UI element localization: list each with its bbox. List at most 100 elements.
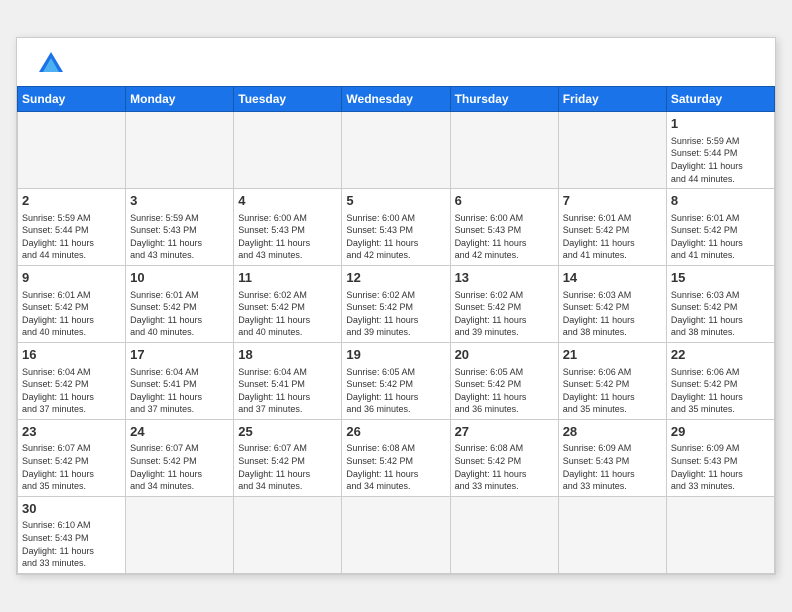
day-cell xyxy=(558,496,666,573)
day-number: 27 xyxy=(455,423,554,441)
day-number: 1 xyxy=(671,115,770,133)
week-row-5: 30Sunrise: 6:10 AM Sunset: 5:43 PM Dayli… xyxy=(18,496,775,573)
day-cell: 19Sunrise: 6:05 AM Sunset: 5:42 PM Dayli… xyxy=(342,343,450,420)
day-info: Sunrise: 6:03 AM Sunset: 5:42 PM Dayligh… xyxy=(671,289,770,339)
day-info: Sunrise: 6:01 AM Sunset: 5:42 PM Dayligh… xyxy=(563,212,662,262)
day-cell: 1 Sunrise: 5:59 AM Sunset: 5:44 PM Daylig… xyxy=(666,112,774,189)
day-info: Sunrise: 6:04 AM Sunset: 5:41 PM Dayligh… xyxy=(238,366,337,416)
day-number: 22 xyxy=(671,346,770,364)
day-number: 14 xyxy=(563,269,662,287)
day-info: Sunrise: 6:05 AM Sunset: 5:42 PM Dayligh… xyxy=(455,366,554,416)
day-cell xyxy=(234,496,342,573)
day-cell xyxy=(558,112,666,189)
day-info: Sunrise: 6:06 AM Sunset: 5:42 PM Dayligh… xyxy=(671,366,770,416)
day-info: Sunrise: 6:00 AM Sunset: 5:43 PM Dayligh… xyxy=(346,212,445,262)
day-info: Sunrise: 6:02 AM Sunset: 5:42 PM Dayligh… xyxy=(455,289,554,339)
day-info: Sunrise: 6:01 AM Sunset: 5:42 PM Dayligh… xyxy=(130,289,229,339)
day-info: Sunrise: 6:02 AM Sunset: 5:42 PM Dayligh… xyxy=(346,289,445,339)
day-number: 21 xyxy=(563,346,662,364)
calendar-grid: SundayMondayTuesdayWednesdayThursdayFrid… xyxy=(17,86,775,574)
day-number: 9 xyxy=(22,269,121,287)
day-number: 26 xyxy=(346,423,445,441)
day-info: Sunrise: 6:01 AM Sunset: 5:42 PM Dayligh… xyxy=(671,212,770,262)
day-cell xyxy=(126,112,234,189)
day-info: Sunrise: 6:08 AM Sunset: 5:42 PM Dayligh… xyxy=(346,442,445,492)
day-number: 10 xyxy=(130,269,229,287)
day-cell: 10 Sunrise: 6:01 AM Sunset: 5:42 PM Dayli… xyxy=(126,266,234,343)
day-number: 24 xyxy=(130,423,229,441)
day-number: 11 xyxy=(238,269,337,287)
weekday-header-row: SundayMondayTuesdayWednesdayThursdayFrid… xyxy=(18,87,775,112)
day-cell: 5 Sunrise: 6:00 AM Sunset: 5:43 PM Daylig… xyxy=(342,189,450,266)
day-cell: 26Sunrise: 6:08 AM Sunset: 5:42 PM Dayli… xyxy=(342,419,450,496)
day-number: 30 xyxy=(22,500,121,518)
weekday-header-tuesday: Tuesday xyxy=(234,87,342,112)
weekday-header-sunday: Sunday xyxy=(18,87,126,112)
day-info: Sunrise: 6:00 AM Sunset: 5:43 PM Dayligh… xyxy=(455,212,554,262)
day-cell: 13 Sunrise: 6:02 AM Sunset: 5:42 PM Dayli… xyxy=(450,266,558,343)
day-info: Sunrise: 6:04 AM Sunset: 5:42 PM Dayligh… xyxy=(22,366,121,416)
day-cell: 22 Sunrise: 6:06 AM Sunset: 5:42 PM Dayli… xyxy=(666,343,774,420)
day-info: Sunrise: 6:00 AM Sunset: 5:43 PM Dayligh… xyxy=(238,212,337,262)
day-cell: 18 Sunrise: 6:04 AM Sunset: 5:41 PM Dayli… xyxy=(234,343,342,420)
week-row-4: 23Sunrise: 6:07 AM Sunset: 5:42 PM Dayli… xyxy=(18,419,775,496)
day-cell xyxy=(450,496,558,573)
day-number: 29 xyxy=(671,423,770,441)
day-info: Sunrise: 6:02 AM Sunset: 5:42 PM Dayligh… xyxy=(238,289,337,339)
day-cell: 7 Sunrise: 6:01 AM Sunset: 5:42 PM Daylig… xyxy=(558,189,666,266)
day-cell xyxy=(342,112,450,189)
day-number: 7 xyxy=(563,192,662,210)
day-info: Sunrise: 6:10 AM Sunset: 5:43 PM Dayligh… xyxy=(22,519,121,569)
weekday-header-wednesday: Wednesday xyxy=(342,87,450,112)
day-cell: 30Sunrise: 6:10 AM Sunset: 5:43 PM Dayli… xyxy=(18,496,126,573)
day-number: 20 xyxy=(455,346,554,364)
day-info: Sunrise: 6:06 AM Sunset: 5:42 PM Dayligh… xyxy=(563,366,662,416)
day-cell xyxy=(126,496,234,573)
day-cell: 4Sunrise: 6:00 AM Sunset: 5:43 PM Daylig… xyxy=(234,189,342,266)
header xyxy=(17,38,775,86)
week-row-1: 2 Sunrise: 5:59 AM Sunset: 5:44 PM Daylig… xyxy=(18,189,775,266)
day-cell: 11 Sunrise: 6:02 AM Sunset: 5:42 PM Dayli… xyxy=(234,266,342,343)
day-number: 2 xyxy=(22,192,121,210)
day-cell: 16 Sunrise: 6:04 AM Sunset: 5:42 PM Dayli… xyxy=(18,343,126,420)
week-row-0: 1 Sunrise: 5:59 AM Sunset: 5:44 PM Daylig… xyxy=(18,112,775,189)
day-cell: 9Sunrise: 6:01 AM Sunset: 5:42 PM Daylig… xyxy=(18,266,126,343)
day-cell: 25Sunrise: 6:07 AM Sunset: 5:42 PM Dayli… xyxy=(234,419,342,496)
day-cell: 17Sunrise: 6:04 AM Sunset: 5:41 PM Dayli… xyxy=(126,343,234,420)
day-number: 23 xyxy=(22,423,121,441)
weekday-header-monday: Monday xyxy=(126,87,234,112)
day-number: 17 xyxy=(130,346,229,364)
day-number: 28 xyxy=(563,423,662,441)
day-cell: 24Sunrise: 6:07 AM Sunset: 5:42 PM Dayli… xyxy=(126,419,234,496)
day-cell xyxy=(234,112,342,189)
day-cell xyxy=(18,112,126,189)
day-cell: 20 Sunrise: 6:05 AM Sunset: 5:42 PM Dayli… xyxy=(450,343,558,420)
day-number: 25 xyxy=(238,423,337,441)
logo-icon xyxy=(37,50,65,78)
weekday-header-friday: Friday xyxy=(558,87,666,112)
day-info: Sunrise: 5:59 AM Sunset: 5:44 PM Dayligh… xyxy=(22,212,121,262)
day-info: Sunrise: 6:09 AM Sunset: 5:43 PM Dayligh… xyxy=(563,442,662,492)
week-row-3: 16 Sunrise: 6:04 AM Sunset: 5:42 PM Dayli… xyxy=(18,343,775,420)
day-cell: 6 Sunrise: 6:00 AM Sunset: 5:43 PM Daylig… xyxy=(450,189,558,266)
week-row-2: 9 Sunrise: 6:01 AM Sunset: 5:42 PM Daylig… xyxy=(18,266,775,343)
day-cell: 21 Sunrise: 6:06 AM Sunset: 5:42 PM Dayli… xyxy=(558,343,666,420)
day-number: 8 xyxy=(671,192,770,210)
day-number: 6 xyxy=(455,192,554,210)
day-cell: 15Sunrise: 6:03 AM Sunset: 5:42 PM Dayli… xyxy=(666,266,774,343)
day-number: 18 xyxy=(238,346,337,364)
day-cell: 8 Sunrise: 6:01 AM Sunset: 5:42 PM Daylig… xyxy=(666,189,774,266)
day-info: Sunrise: 5:59 AM Sunset: 5:44 PM Dayligh… xyxy=(671,135,770,185)
day-info: Sunrise: 5:59 AM Sunset: 5:43 PM Dayligh… xyxy=(130,212,229,262)
day-cell xyxy=(450,112,558,189)
day-cell: 29Sunrise: 6:09 AM Sunset: 5:43 PM Dayli… xyxy=(666,419,774,496)
day-info: Sunrise: 6:03 AM Sunset: 5:42 PM Dayligh… xyxy=(563,289,662,339)
day-cell xyxy=(342,496,450,573)
day-cell: 27Sunrise: 6:08 AM Sunset: 5:42 PM Dayli… xyxy=(450,419,558,496)
day-number: 19 xyxy=(346,346,445,364)
day-number: 16 xyxy=(22,346,121,364)
day-number: 5 xyxy=(346,192,445,210)
day-number: 13 xyxy=(455,269,554,287)
day-info: Sunrise: 6:09 AM Sunset: 5:43 PM Dayligh… xyxy=(671,442,770,492)
day-cell: 14 Sunrise: 6:03 AM Sunset: 5:42 PM Dayli… xyxy=(558,266,666,343)
